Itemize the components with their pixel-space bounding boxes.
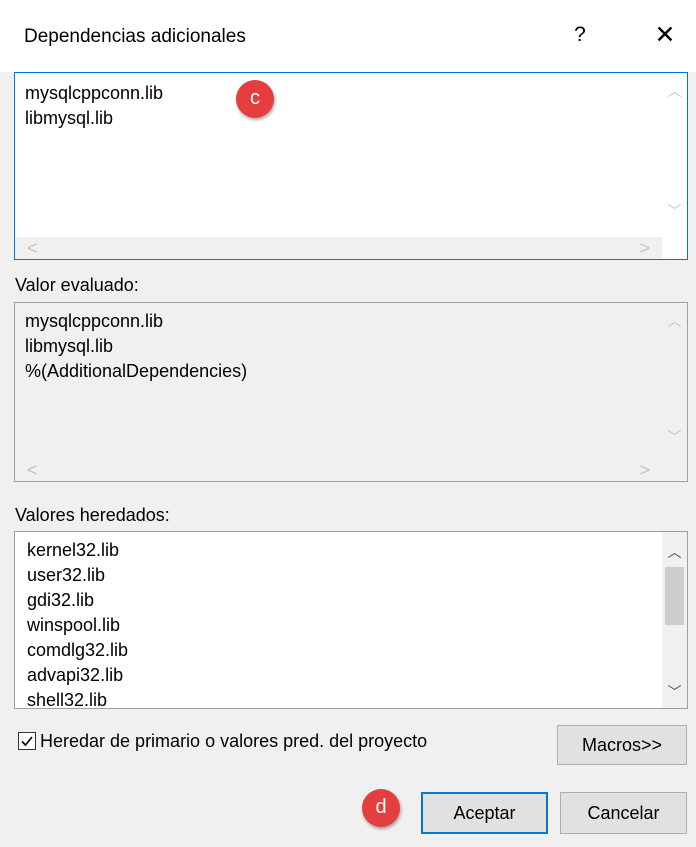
inherited-values-list: kernel32.lib user32.lib gdi32.lib winspool.…	[14, 531, 688, 709]
scrollbar-thumb[interactable]	[665, 567, 684, 625]
evaluated-value-box: mysqlcppconn.lib libmysql.lib %(Additional…	[14, 302, 688, 482]
inherited-values-label: Valores heredados:	[15, 505, 170, 525]
scrollbar-corner	[662, 237, 687, 259]
close-button[interactable]: ✕	[652, 20, 678, 50]
accept-button[interactable]: Aceptar	[421, 792, 548, 834]
additional-dependencies-dialog: Dependencias adicionales ? ✕ mysqlcppcon…	[0, 0, 696, 847]
editor-line: libmysql.lib	[25, 108, 114, 128]
inherited-line: winspool.lib	[27, 615, 121, 635]
inherited-line: kernel32.lib	[27, 540, 120, 560]
title-bar: Dependencias adicionales ? ✕	[0, 0, 696, 72]
chevron-down-icon[interactable]: ﹀	[662, 427, 687, 447]
chevron-left-icon[interactable]: <	[27, 459, 38, 481]
evaluated-line: libmysql.lib	[25, 336, 114, 356]
evaluated-text: mysqlcppconn.lib libmysql.lib %(Additional…	[25, 309, 247, 384]
dependencies-editor[interactable]: mysqlcppconn.lib libmysql.lib ︿ ﹀ < >	[14, 72, 688, 260]
editor-line: mysqlcppconn.lib	[25, 83, 164, 103]
help-button[interactable]: ?	[568, 20, 592, 50]
inherited-line: gdi32.lib	[27, 590, 95, 610]
chevron-down-icon[interactable]: ﹀	[662, 682, 687, 702]
dialog-title: Dependencias adicionales	[24, 26, 246, 47]
chevron-up-icon[interactable]: ︿	[662, 81, 687, 101]
check-icon	[21, 736, 33, 747]
editor-text[interactable]: mysqlcppconn.lib libmysql.lib	[25, 81, 163, 131]
chevron-up-icon[interactable]: ︿	[662, 311, 687, 331]
annotation-marker-c: c	[236, 80, 274, 118]
chevron-up-icon[interactable]: ︿	[662, 542, 687, 562]
evaluated-line: %(AdditionalDependencies)	[25, 361, 248, 381]
chevron-down-icon[interactable]: ﹀	[662, 201, 687, 221]
inherited-vertical-scrollbar[interactable]: ︿ ﹀	[662, 532, 687, 708]
evaluated-vertical-scrollbar[interactable]: ︿ ﹀	[662, 303, 687, 481]
inherited-line: advapi32.lib	[27, 665, 124, 685]
inherited-text: kernel32.lib user32.lib gdi32.lib winspool.…	[27, 538, 129, 709]
evaluated-horizontal-scrollbar[interactable]: < >	[15, 459, 662, 481]
inherited-line: user32.lib	[27, 565, 106, 585]
macros-button[interactable]: Macros>>	[557, 725, 687, 765]
chevron-right-icon[interactable]: >	[639, 459, 650, 481]
annotation-marker-d: d	[362, 789, 400, 827]
chevron-right-icon[interactable]: >	[639, 237, 650, 259]
editor-vertical-scrollbar[interactable]: ︿ ﹀	[662, 73, 687, 259]
inherited-line: shell32.lib	[27, 690, 108, 709]
chevron-left-icon[interactable]: <	[27, 237, 38, 259]
cancel-button[interactable]: Cancelar	[560, 792, 687, 834]
evaluated-value-label: Valor evaluado:	[15, 275, 139, 295]
inherit-checkbox-label[interactable]: Heredar de primario o valores pred. del …	[40, 731, 427, 752]
evaluated-line: mysqlcppconn.lib	[25, 311, 164, 331]
inherited-line: comdlg32.lib	[27, 640, 129, 660]
inherit-checkbox[interactable]	[18, 732, 36, 750]
editor-horizontal-scrollbar[interactable]: < >	[15, 237, 662, 259]
